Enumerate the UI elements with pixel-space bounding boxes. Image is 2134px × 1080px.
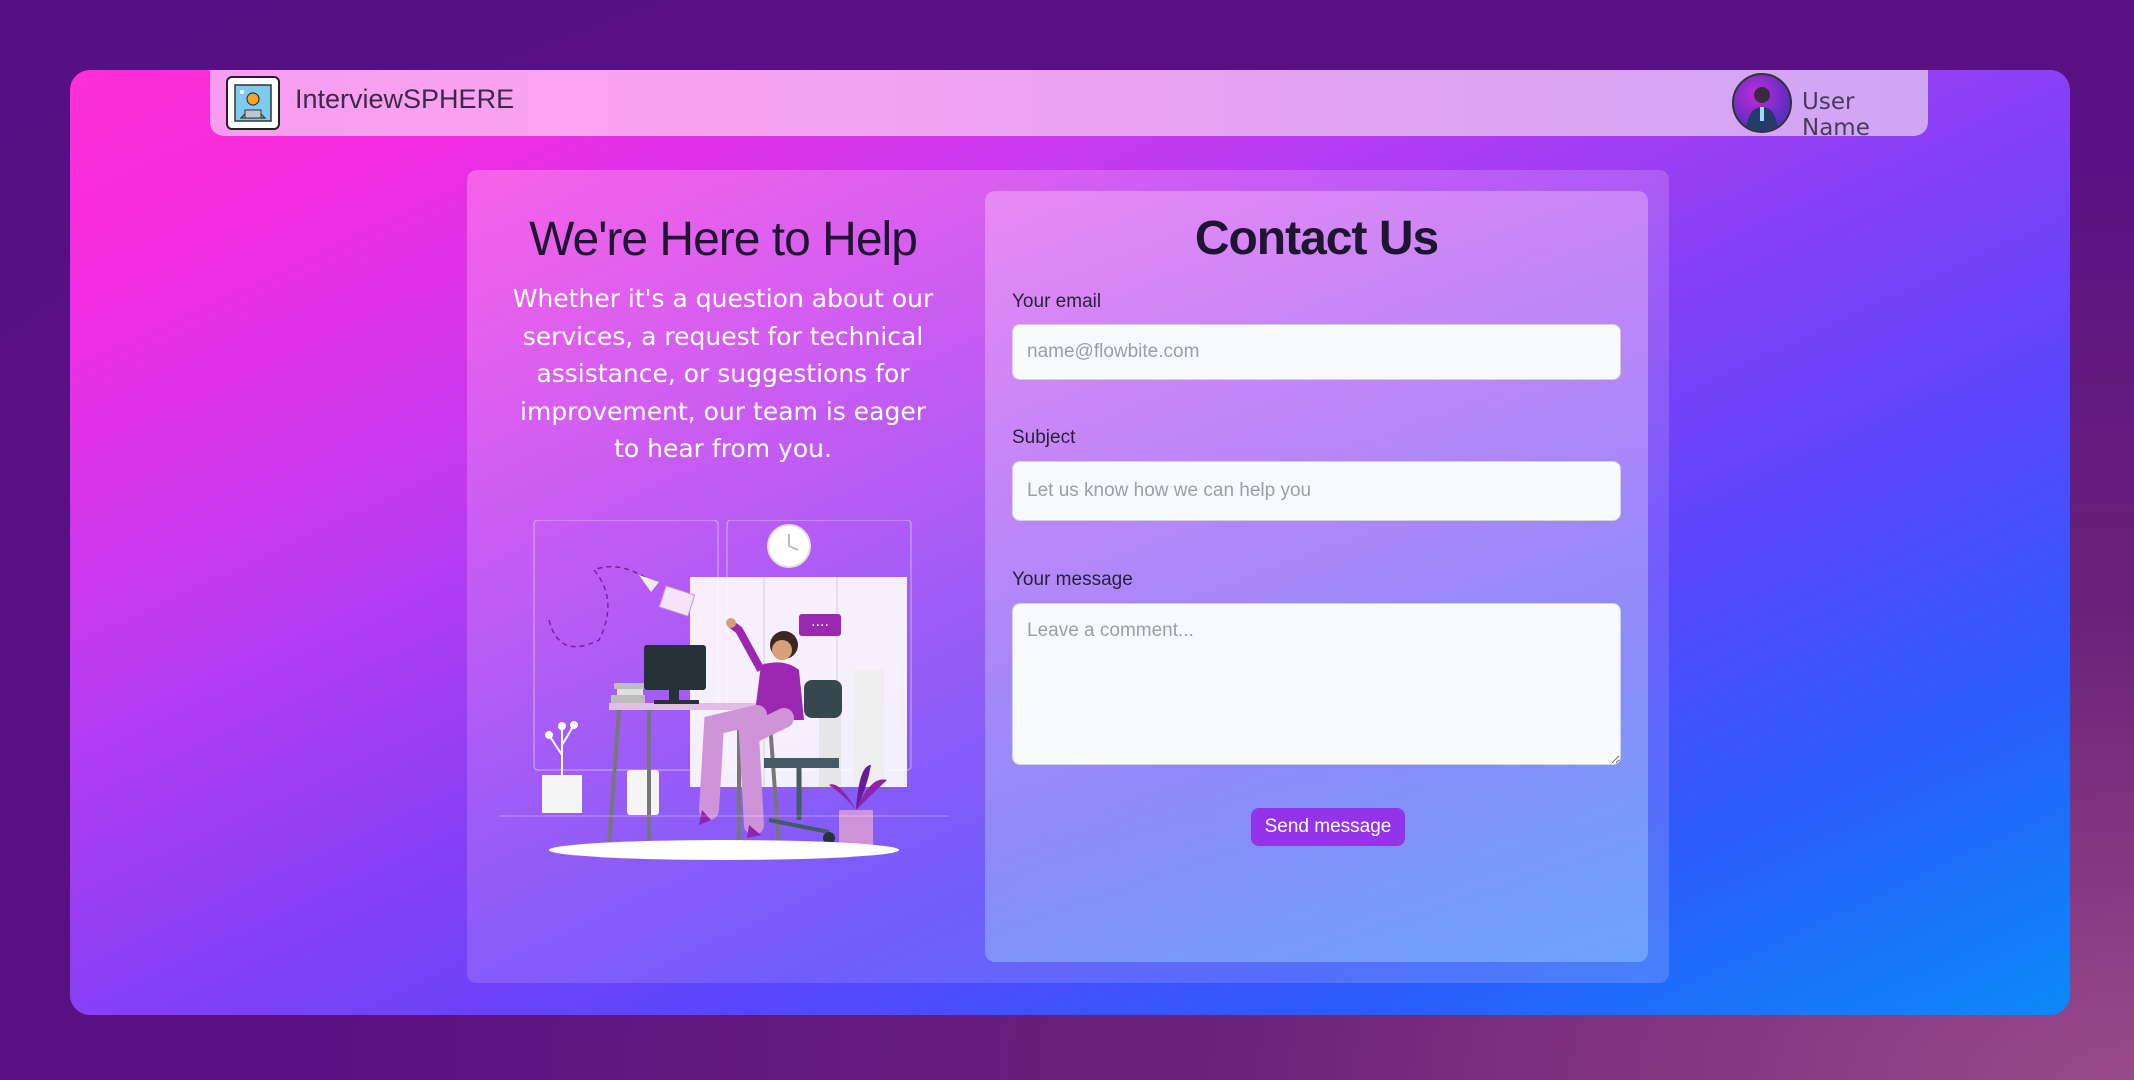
svg-text:····: ···· (811, 618, 829, 634)
help-description: Whether it's a question about our servic… (512, 284, 934, 463)
brand-name[interactable]: InterviewSPHERE (295, 84, 514, 115)
subject-field[interactable] (1012, 461, 1621, 521)
main-card: We're Here to Help Whether it's a questi… (467, 170, 1669, 983)
user-name[interactable]: User Name (1802, 89, 1928, 141)
user-avatar[interactable] (1732, 73, 1792, 133)
subject-label: Subject (1012, 427, 1076, 448)
customer-support-illustration-icon: ···· (499, 519, 949, 870)
message-textarea[interactable] (1012, 603, 1621, 765)
email-label: Your email (1012, 291, 1102, 312)
app-logo-icon[interactable] (226, 76, 280, 130)
navbar: InterviewSPHERE User Name (210, 70, 1928, 141)
message-label: Your message (1012, 569, 1133, 590)
email-field[interactable] (1012, 324, 1621, 380)
app-frame: InterviewSPHERE User Name We're Here to … (70, 70, 2070, 1015)
contact-form: Contact Us Your email Subject Your messa… (985, 191, 1648, 962)
contact-title: Contact Us (1194, 212, 1439, 265)
send-message-button[interactable]: Send message (1251, 808, 1405, 846)
help-title: We're Here to Help (529, 213, 918, 266)
